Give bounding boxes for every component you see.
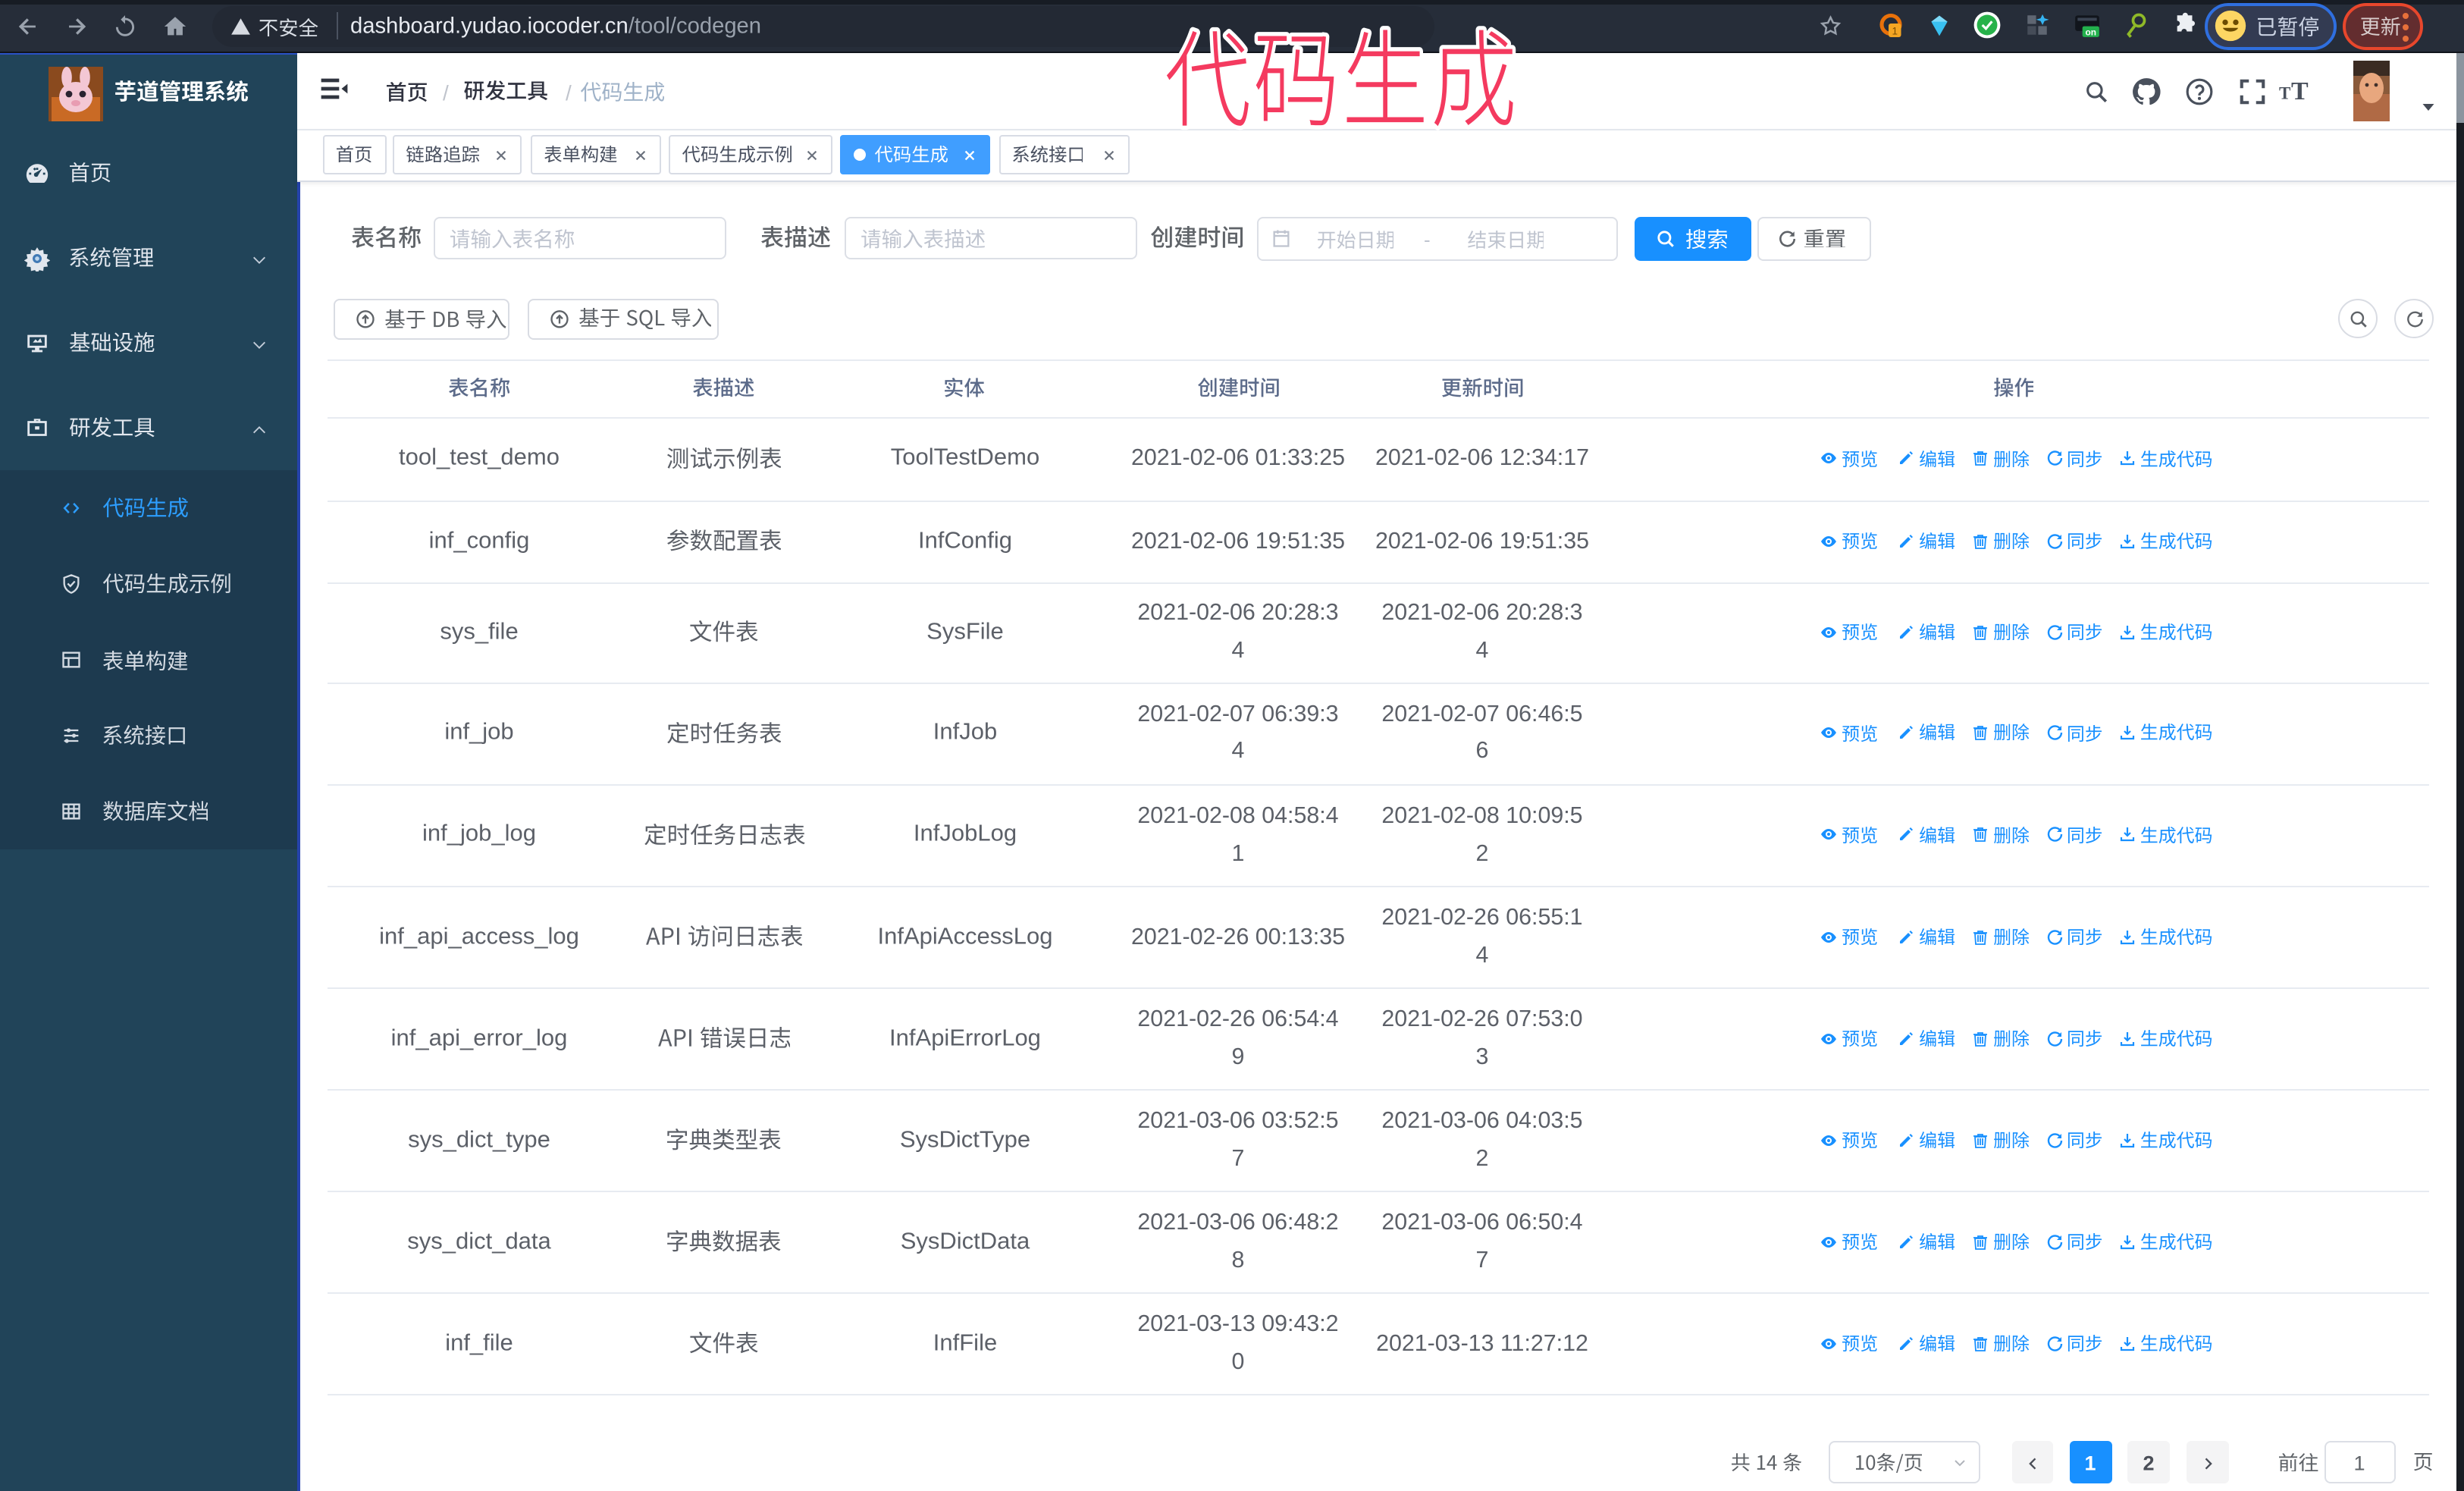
svg-text:1: 1 (1892, 25, 1898, 36)
svg-text:on: on (2086, 27, 2097, 37)
